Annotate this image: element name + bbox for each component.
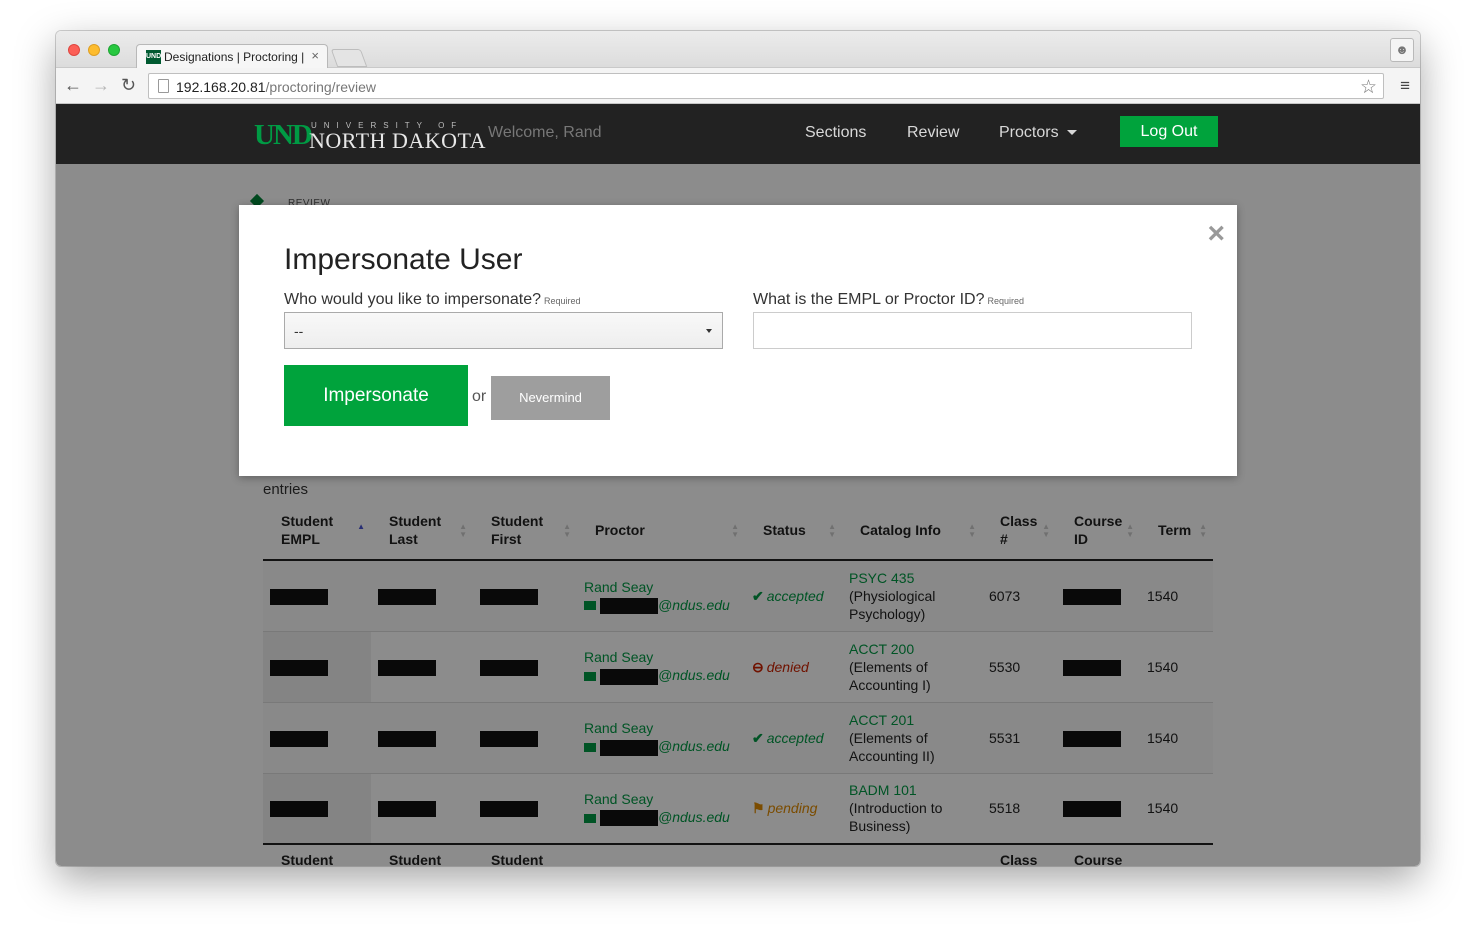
chevron-down-icon	[706, 329, 712, 333]
id-field-label: What is the EMPL or Proctor ID? Required	[753, 291, 1024, 309]
caret-down-icon	[1066, 130, 1077, 136]
nav-link-proctors-label: Proctors	[999, 124, 1059, 141]
or-separator: or	[472, 388, 487, 405]
log-out-button[interactable]: Log Out	[1120, 116, 1218, 147]
zoom-window-button[interactable]	[108, 44, 120, 56]
minimize-window-button[interactable]	[88, 44, 100, 56]
user-select-value: --	[294, 323, 304, 339]
logo-north-dakota: NORTH DAKOTA	[309, 128, 487, 153]
user-select[interactable]: --	[284, 312, 723, 349]
browser-tab[interactable]: UND Designations | Proctoring | ×	[136, 44, 328, 69]
who-label-text: Who would you like to impersonate?	[284, 291, 542, 308]
page: UND UNIVERSITY OF NORTH DAKOTA Welcome, …	[56, 104, 1420, 866]
reload-icon[interactable]: ↻	[121, 76, 136, 94]
tab-favicon-icon: UND	[146, 50, 161, 64]
empl-id-input[interactable]	[753, 312, 1192, 349]
impersonate-user-modal: × Impersonate User Who would you like to…	[239, 205, 1237, 476]
url-host: 192.168.20.81	[176, 79, 266, 95]
title-bar: UND Designations | Proctoring | × ☻	[56, 31, 1420, 69]
nevermind-button[interactable]: Nevermind	[491, 376, 610, 420]
welcome-text: Welcome, Rand	[488, 124, 602, 141]
browser-window: UND Designations | Proctoring | × ☻ ← → …	[56, 31, 1420, 866]
back-arrow-icon[interactable]: ←	[64, 76, 82, 94]
id-label-text: What is the EMPL or Proctor ID?	[753, 291, 985, 308]
close-window-button[interactable]	[68, 44, 80, 56]
impersonate-button[interactable]: Impersonate	[284, 365, 468, 426]
url-path: /proctoring/review	[265, 79, 377, 95]
who-field-label: Who would you like to impersonate? Requir…	[284, 291, 581, 309]
menu-icon[interactable]: ≡	[1400, 77, 1410, 94]
address-bar[interactable]: 192.168.20.81/proctoring/review ☆	[148, 73, 1384, 99]
modal-title: Impersonate User	[284, 243, 523, 276]
browser-toolbar: ← → ↻ 192.168.20.81/proctoring/review ☆ …	[56, 68, 1420, 104]
required-hint: Required	[544, 296, 581, 306]
close-icon[interactable]: ×	[1207, 219, 1225, 249]
site-navbar: UND UNIVERSITY OF NORTH DAKOTA Welcome, …	[56, 104, 1420, 164]
nav-link-review[interactable]: Review	[907, 124, 959, 142]
required-hint: Required	[987, 296, 1025, 306]
nav-link-proctors[interactable]: Proctors	[999, 124, 1077, 142]
new-tab-button[interactable]	[330, 49, 368, 67]
tab-title: Designations | Proctoring |	[164, 50, 304, 64]
logo-und-mark: UND	[254, 119, 313, 151]
profile-icon[interactable]: ☻	[1390, 38, 1414, 62]
tab-close-icon[interactable]: ×	[311, 48, 319, 63]
forward-arrow-icon[interactable]: →	[92, 76, 110, 94]
nav-link-sections[interactable]: Sections	[805, 124, 866, 142]
bookmark-star-icon[interactable]: ☆	[1360, 76, 1377, 99]
url-text: 192.168.20.81/proctoring/review	[176, 79, 376, 95]
page-icon	[158, 79, 169, 93]
